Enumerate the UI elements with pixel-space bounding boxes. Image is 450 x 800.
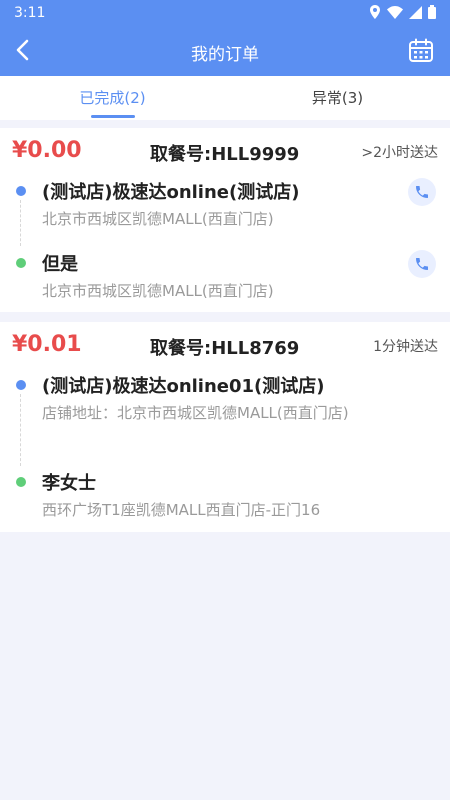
calendar-icon	[409, 38, 433, 62]
tab-exception[interactable]: 异常(3)	[225, 76, 450, 120]
customer-dot	[16, 258, 26, 268]
location-icon	[369, 4, 381, 23]
delivery-eta: >2小时送达	[361, 145, 438, 161]
call-shop-button[interactable]	[408, 178, 436, 206]
calendar-button[interactable]	[408, 38, 434, 64]
phone-icon	[416, 186, 428, 198]
customer-dot	[16, 477, 26, 487]
route-line	[20, 394, 21, 466]
route-line	[20, 200, 21, 246]
pickup-code: 取餐号:HLL8769	[150, 338, 300, 359]
shop-name: (测试店)极速达online(测试店)	[42, 182, 300, 203]
customer-address: 西环广场T1座凯德MALL西直门店-正门16	[42, 501, 321, 519]
call-customer-button[interactable]	[408, 250, 436, 278]
customer-address: 北京市西城区凯德MALL(西直门店)	[42, 282, 274, 300]
order-tabs: 已完成(2) 异常(3)	[0, 76, 450, 120]
order-price: ¥0.00	[12, 138, 82, 163]
order-price: ¥0.01	[12, 332, 82, 357]
signal-icon	[409, 4, 422, 23]
shop-address: 店铺地址：北京市西城区凯德MALL(西直门店)	[42, 404, 349, 422]
order-card[interactable]: ¥0.01 取餐号:HLL8769 1分钟送达 (测试店)极速达online01…	[0, 322, 450, 532]
tab-completed[interactable]: 已完成(2)	[0, 76, 225, 120]
shop-dot	[16, 186, 26, 196]
shop-dot	[16, 380, 26, 390]
customer-name: 但是	[42, 254, 78, 275]
shop-name: (测试店)极速达online01(测试店)	[42, 376, 325, 397]
delivery-eta: 1分钟送达	[373, 339, 438, 355]
phone-icon	[416, 258, 428, 270]
status-time: 3:11	[14, 5, 46, 21]
pickup-code: 取餐号:HLL9999	[150, 144, 300, 165]
page-title: 我的订单	[191, 45, 259, 65]
status-icons	[369, 4, 436, 23]
customer-name: 李女士	[42, 473, 96, 494]
shop-address: 北京市西城区凯德MALL(西直门店)	[42, 210, 274, 228]
battery-icon	[428, 4, 436, 23]
order-card[interactable]: ¥0.00 取餐号:HLL9999 >2小时送达 (测试店)极速达online(…	[0, 128, 450, 312]
app-header: 3:11 我的订单	[0, 0, 450, 76]
wifi-icon	[387, 4, 403, 23]
